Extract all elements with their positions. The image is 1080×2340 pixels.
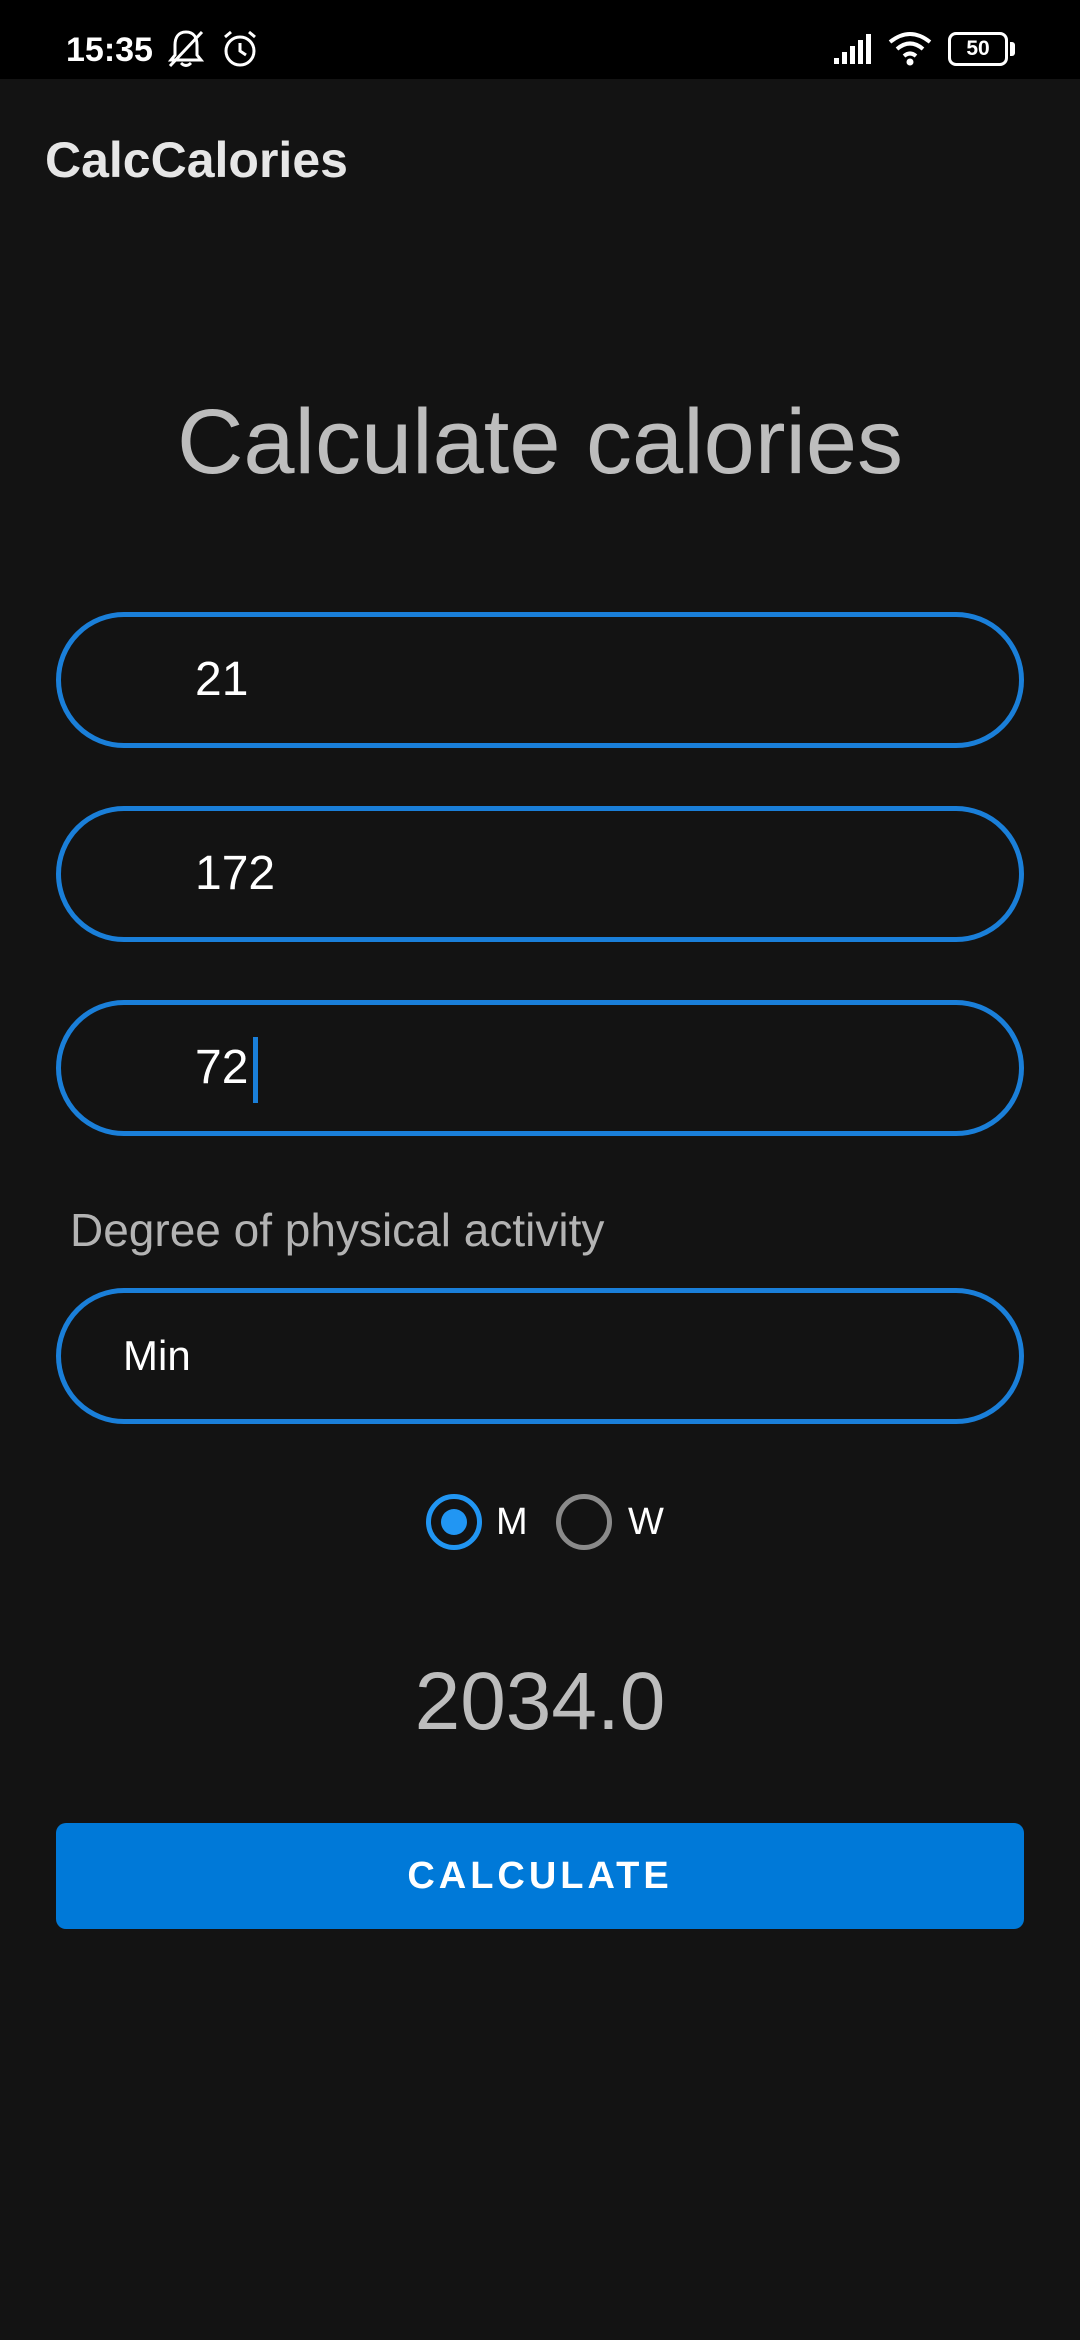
- text-cursor: [253, 1037, 258, 1103]
- activity-select[interactable]: Min: [56, 1288, 1024, 1424]
- activity-selected-value: Min: [123, 1332, 191, 1379]
- age-input[interactable]: 21: [56, 612, 1024, 748]
- battery-tip: [1010, 42, 1015, 56]
- radio-checked-dot: [441, 1509, 467, 1535]
- battery-level: 50: [966, 37, 990, 60]
- status-time: 15:35: [66, 31, 153, 69]
- gender-label-w[interactable]: W: [628, 1494, 664, 1550]
- page-heading: Calculate calories: [176, 391, 904, 493]
- wifi-icon: [888, 30, 932, 71]
- calories-result: 2034.0: [414, 1656, 666, 1747]
- height-input[interactable]: 172: [56, 806, 1024, 942]
- gender-radio-m[interactable]: [426, 1494, 482, 1550]
- app-title: CalcCalories: [45, 132, 348, 188]
- signal-icon: [832, 32, 874, 71]
- gender-radio-w[interactable]: [556, 1494, 612, 1550]
- activity-label: Degree of physical activity: [70, 1204, 605, 1256]
- alarm-icon: [220, 28, 260, 75]
- battery-icon: 50: [948, 32, 1008, 66]
- calculate-button[interactable]: CALCULATE: [56, 1823, 1024, 1929]
- age-value: 21: [195, 653, 249, 706]
- status-bar: 15:35 50: [0, 0, 1080, 79]
- notifications-off-icon: [166, 28, 206, 75]
- gender-label-m[interactable]: M: [496, 1494, 528, 1550]
- weight-value: 72: [195, 1041, 249, 1094]
- weight-input[interactable]: 72: [56, 1000, 1024, 1136]
- height-value: 172: [195, 847, 276, 900]
